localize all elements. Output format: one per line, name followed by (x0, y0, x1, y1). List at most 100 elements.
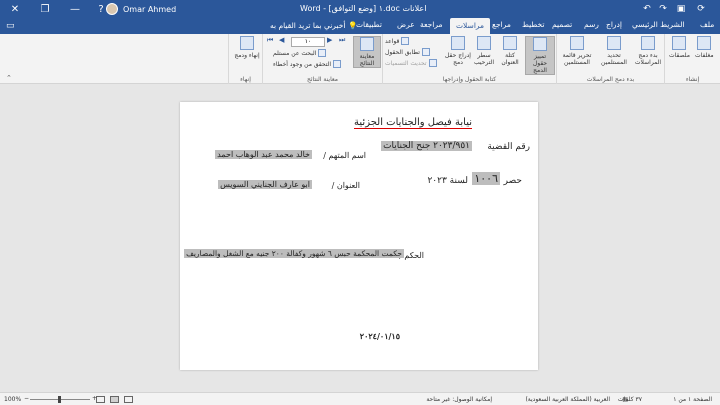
zoom-out-icon[interactable]: − (24, 395, 29, 402)
document-canvas: نيابة فيصل والجنايات الجزئية رقم القضية … (0, 84, 720, 392)
address-block-icon (503, 36, 517, 50)
labels-icon (672, 36, 687, 50)
update-labels-button[interactable]: تحديث التسميات (385, 59, 437, 67)
select-recipients-button[interactable]: تحديد المستلمين (597, 36, 631, 66)
match-fields-label: تطابق الحقول (385, 48, 420, 56)
group-write-insert-fields: تمييز حقول الدمج كتلة العنوان سطر الترحي… (382, 34, 556, 84)
tab-layout[interactable]: تخطيط (522, 20, 544, 29)
collapse-ribbon-icon[interactable]: ⌃ (6, 74, 12, 82)
tab-draw[interactable]: رسم (584, 20, 599, 29)
tab-review[interactable]: مراجعة (420, 20, 443, 29)
highlight-merge-fields-button[interactable]: تمييز حقول الدمج (525, 36, 555, 75)
verdict-field: حكمت المحكمة حبس ٦ شهور وكفالة ٢٠٠ جنيه … (184, 249, 404, 258)
envelope-icon (697, 36, 712, 50)
check-errors-button[interactable]: التحقق من وجود أخطاء (273, 60, 342, 68)
start-merge-button[interactable]: بدء دمج المراسلات (633, 36, 663, 66)
page-count[interactable]: الصفحة ١ من ١ (673, 396, 712, 403)
record-number-input[interactable]: ١٠ (291, 37, 325, 47)
greeting-icon (477, 36, 491, 50)
accused-name-field: خالد محمد عبد الوهاب احمد (215, 150, 312, 159)
tab-view[interactable]: عرض (397, 20, 415, 29)
group-start-merge: بدء دمج المراسلات تحديد المستلمين تحرير … (556, 34, 664, 84)
greeting-line-button[interactable]: سطر الترحيب (471, 36, 497, 66)
document-page[interactable]: نيابة فيصل والجنايات الجزئية رقم القضية … (180, 102, 538, 370)
address-field: ابو عارف الجنايني السويس (218, 180, 312, 189)
finish-merge-label: إنهاء ودمج (234, 52, 260, 59)
tab-references[interactable]: مراجع (492, 20, 511, 29)
zoom-level[interactable]: 100% (4, 396, 21, 403)
address-label: العنوان / (331, 181, 360, 190)
ribbon: ⌃ مغلفات ملصقات إنشاء بدء دمج المراسلات … (0, 34, 720, 84)
group-create: مغلفات ملصقات إنشاء (664, 34, 720, 84)
edit-list-label: تحرير قائمة المستلمين (562, 52, 592, 66)
tell-me-box[interactable]: أخبرني بما تريد القيام به 💡 (270, 21, 358, 30)
accused-label: اسم المتهم / (323, 151, 366, 160)
envelopes-label: مغلفات (695, 52, 714, 59)
start-merge-icon (641, 36, 655, 50)
match-fields-button[interactable]: تطابق الحقول (385, 48, 430, 56)
document-title: اعلانات doc.١ [وضع التوافق] - Word (300, 4, 427, 13)
undo-icon[interactable]: ↶ (640, 2, 654, 16)
insert-merge-field-button[interactable]: إدراج حقل دمج (445, 36, 471, 66)
envelopes-button[interactable]: مغلفات (695, 36, 714, 59)
print-layout-icon[interactable] (110, 396, 119, 403)
status-bar: الصفحة ١ من ١ ٣٧ كلمات ▤ العربية (المملك… (0, 392, 720, 405)
finish-merge-icon (240, 36, 254, 50)
comments-icon[interactable]: ▭ (6, 21, 15, 31)
avatar (106, 3, 118, 15)
proofing-icon[interactable]: ▤ (622, 396, 628, 403)
rules-label: قواعد (385, 37, 400, 45)
zoom-slider-handle[interactable] (58, 396, 61, 403)
find-recipient-icon (318, 49, 327, 57)
ribbon-tabs: ▭ أخبرني بما تريد القيام به 💡 ملف الشريط… (0, 18, 720, 34)
group-create-label: إنشاء (685, 76, 700, 83)
user-account[interactable]: Omar Ahmed (106, 3, 176, 15)
finish-merge-button[interactable]: إنهاء ودمج (233, 36, 261, 59)
save-icon[interactable]: ▣ (674, 2, 688, 16)
preview-icon (360, 37, 374, 51)
rules-icon (401, 37, 410, 45)
tab-design[interactable]: تصميم (552, 20, 572, 29)
tab-apps[interactable]: تطبيقات (356, 20, 382, 29)
edit-list-icon (570, 36, 584, 50)
update-labels-label: تحديث التسميات (385, 59, 427, 67)
first-record-icon[interactable]: ⏮ (267, 36, 273, 45)
recipients-icon (607, 36, 621, 50)
document-heading: نيابة فيصل والجنايات الجزئية (354, 117, 472, 129)
update-labels-icon (428, 59, 437, 67)
zoom-in-icon[interactable]: + (92, 395, 97, 402)
labels-button[interactable]: ملصقات (669, 36, 690, 59)
hasr-number-field: ١٠٠٦ (472, 172, 500, 185)
group-preview-results: معاينة النتائج ⏮ ◀ ١٠ ▶ ⏭ البحث عن مستلم… (262, 34, 382, 84)
tab-home[interactable]: الشريط الرئيسي (632, 20, 685, 29)
tab-insert[interactable]: إدراج (606, 20, 622, 29)
rules-button[interactable]: قواعد (385, 37, 410, 45)
web-layout-icon[interactable] (96, 396, 105, 403)
match-fields-icon (421, 48, 430, 56)
language-indicator[interactable]: العربية (المملكة العربية السعودية) (525, 396, 610, 403)
address-block-button[interactable]: كتلة العنوان (497, 36, 523, 66)
hasr-year: لسنة ٢٠٢٣ (427, 176, 468, 186)
tab-mailings[interactable]: مراسلات (450, 18, 491, 34)
autosave-icon[interactable]: ⟳ (694, 2, 708, 16)
previous-record-icon[interactable]: ◀ (279, 36, 284, 44)
last-record-icon[interactable]: ⏭ (339, 36, 345, 45)
redo-icon[interactable]: ↷ (656, 2, 670, 16)
highlight-icon (533, 37, 547, 51)
insert-field-icon (451, 36, 465, 50)
read-mode-icon[interactable] (124, 396, 133, 403)
tab-file[interactable]: ملف (700, 20, 714, 29)
preview-results-button[interactable]: معاينة النتائج (353, 36, 381, 68)
highlight-fields-label: تمييز حقول الدمج (532, 53, 548, 74)
close-window-button[interactable]: ✕ (0, 0, 30, 18)
edit-recipient-list-button[interactable]: تحرير قائمة المستلمين (559, 36, 595, 66)
case-number-field: ٢٠٢٣/٩٥١ جنح الجنايات (381, 141, 472, 151)
next-record-icon[interactable]: ▶ (327, 36, 332, 44)
check-errors-label: التحقق من وجود أخطاء (273, 60, 332, 68)
accessibility-status[interactable]: إمكانية الوصول: غير متاحة (426, 396, 492, 403)
user-name: Omar Ahmed (123, 4, 177, 14)
start-merge-label: بدء دمج المراسلات (634, 52, 662, 66)
title-bar: ✕ ❐ — ? Omar Ahmed اعلانات doc.١ [وضع ال… (0, 0, 720, 18)
restore-window-button[interactable]: ❐ (30, 0, 60, 18)
find-recipient-button[interactable]: البحث عن مستلم (273, 49, 327, 57)
